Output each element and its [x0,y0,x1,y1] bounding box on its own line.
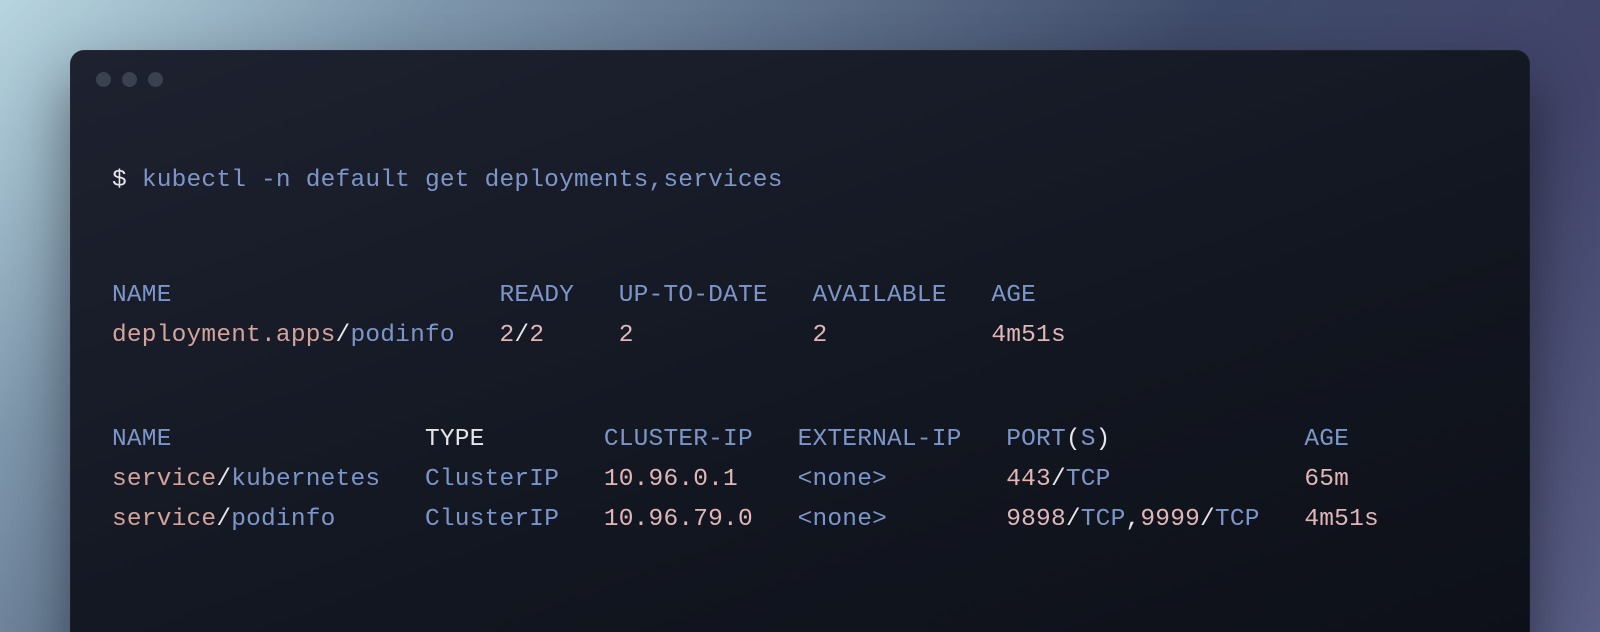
svc-row0-cip: 10.96.0.1 [604,466,738,493]
dep-row-ready-des: 2 [529,322,544,349]
svc-row1-age: 4m51s [1304,506,1379,533]
svc-header-name: NAME [112,426,172,453]
deployments-block: NAME READY UP-TO-DATE AVAILABLE AGE depl… [112,276,1488,356]
svc-row1-port1: 9999 [1140,506,1200,533]
dep-header-name: NAME [112,282,172,309]
svc-row1-cip: 10.96.79.0 [604,506,753,533]
svc-header-ports: PORT(S) [1006,426,1110,453]
window-titlebar [70,50,1530,99]
svc-row1-kind: service [112,506,216,533]
dep-header-uptodate: UP-TO-DATE [619,282,768,309]
dep-row-age: 4m51s [991,322,1066,349]
svc-header-type: TYPE [425,426,485,453]
services-block: NAME TYPE CLUSTER-IP EXTERNAL-IP PORT(S)… [112,420,1488,541]
dep-row-uptodate: 2 [619,322,634,349]
svc-row0-port0: 443 [1006,466,1051,493]
svc-row1-eip: <none> [798,506,887,533]
traffic-light-close-icon[interactable] [96,72,111,87]
dep-row-name: podinfo [350,322,454,349]
svc-row0-name: kubernetes [231,466,380,493]
command-text: kubectl -n default get deployments,servi… [142,167,783,194]
svc-row0-type: ClusterIP [425,466,559,493]
svc-row0-age: 65m [1304,466,1349,493]
terminal-content: $ kubectl -n default get deployments,ser… [70,99,1530,621]
dep-header-available: AVAILABLE [812,282,946,309]
svc-row0-eip: <none> [798,466,887,493]
svc-header-clusterip: CLUSTER-IP [604,426,753,453]
svc-row0-kind: service [112,466,216,493]
svc-row1-type: ClusterIP [425,506,559,533]
dep-row-ready-cur: 2 [500,322,515,349]
traffic-light-zoom-icon[interactable] [148,72,163,87]
dep-header-ready: READY [499,282,574,309]
svc-row1-name: podinfo [231,506,335,533]
terminal-window: $ kubectl -n default get deployments,ser… [70,50,1530,632]
traffic-light-minimize-icon[interactable] [122,72,137,87]
prompt-symbol: $ [112,167,127,194]
command-line: $ kubectl -n default get deployments,ser… [112,161,1488,201]
svc-header-externalip: EXTERNAL-IP [798,426,962,453]
dep-header-age: AGE [991,282,1036,309]
dep-row-kind: deployment.apps [112,322,336,349]
dep-row-available: 2 [812,322,827,349]
svc-header-age: AGE [1304,426,1349,453]
svc-row1-port0: 9898 [1006,506,1066,533]
